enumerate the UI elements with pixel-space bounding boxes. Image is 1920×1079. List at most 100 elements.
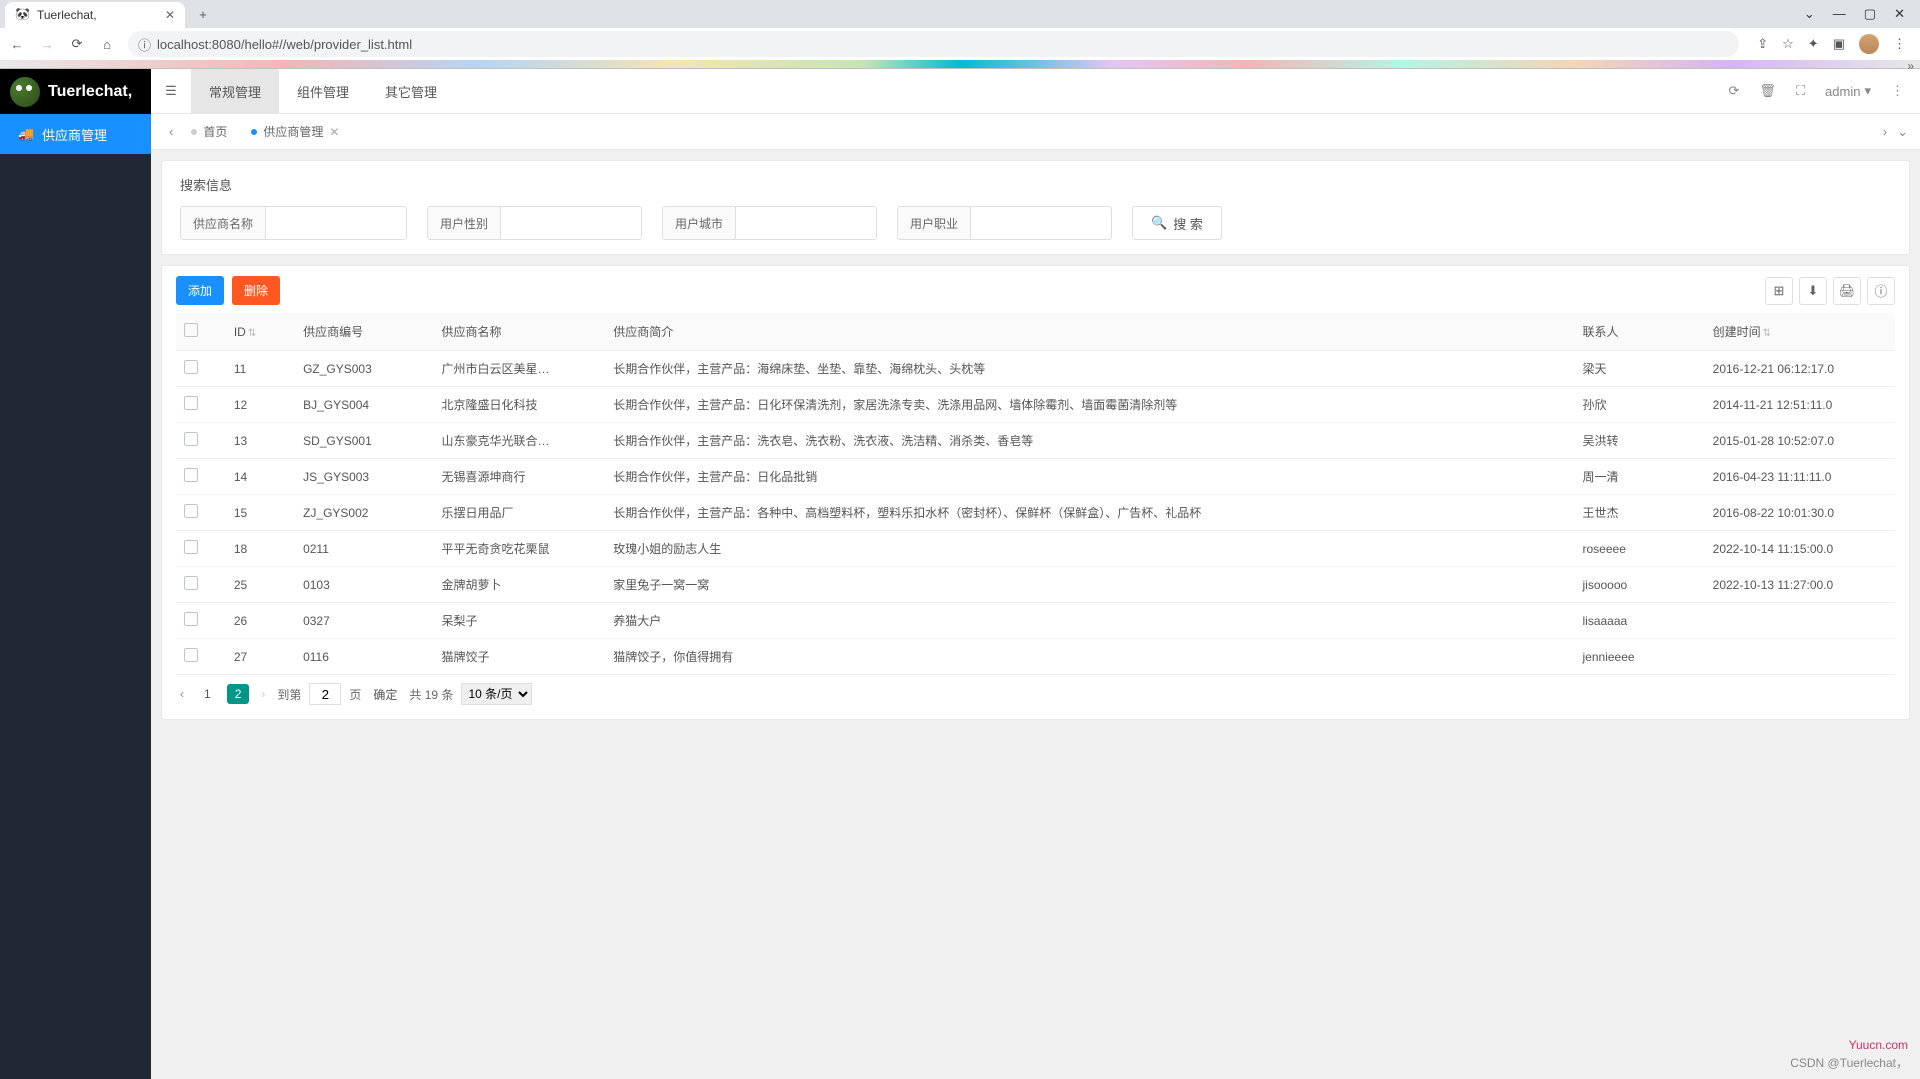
cell-number: BJ_GYS004 xyxy=(295,387,433,423)
search-field-job: 用户职业 xyxy=(897,206,1112,240)
page-confirm-button[interactable]: 确定 xyxy=(369,686,401,703)
fullscreen-icon[interactable]: ⛶ xyxy=(1796,83,1805,99)
extensions-icon[interactable]: ✦ xyxy=(1808,36,1819,52)
address-bar[interactable]: ⓘ localhost:8080/hello#//web/provider_li… xyxy=(128,31,1739,57)
menu-icon[interactable]: ⋮ xyxy=(1893,36,1906,52)
menu-item-other[interactable]: 其它管理 xyxy=(367,69,455,114)
topbar: ☰ 常规管理 组件管理 其它管理 ⟳ 🗑 ⛶ admin ▾ ⋮ xyxy=(151,69,1920,114)
menu-item-component[interactable]: 组件管理 xyxy=(279,69,367,114)
th-time: 创建时间 xyxy=(1713,325,1761,339)
page-input[interactable] xyxy=(309,683,341,705)
cell-desc: 长期合作伙伴，主营产品：洗衣皂、洗衣粉、洗衣液、洗洁精、消杀类、香皂等 xyxy=(605,423,1574,459)
tab-provider[interactable]: 供应商管理 ✕ xyxy=(239,119,351,145)
trash-icon[interactable]: 🗑 xyxy=(1759,83,1776,99)
panel-icon[interactable]: ▣ xyxy=(1833,36,1845,52)
row-checkbox[interactable] xyxy=(184,468,198,482)
logo-area: Tuerlechat, xyxy=(0,69,151,114)
avatar-icon[interactable] xyxy=(1859,34,1879,54)
menu-item-general[interactable]: 常规管理 xyxy=(191,69,279,114)
row-checkbox[interactable] xyxy=(184,612,198,626)
search-panel: 搜索信息 供应商名称 用户性别 用户城市 用户职业 xyxy=(161,160,1910,255)
refresh-icon[interactable]: ⟳ xyxy=(1729,83,1740,99)
tab-home[interactable]: 首页 xyxy=(179,119,239,145)
browser-tab[interactable]: 🐼 Tuerlechat, ✕ xyxy=(5,2,185,28)
page-1[interactable]: 1 xyxy=(196,684,219,704)
cell-contact: 王世杰 xyxy=(1575,495,1705,531)
cell-time: 2015-01-28 10:52:07.0 xyxy=(1705,423,1895,459)
sort-icon[interactable]: ⇅ xyxy=(1763,328,1771,339)
home-icon[interactable]: ⌂ xyxy=(98,37,116,52)
gender-input[interactable] xyxy=(501,207,641,239)
user-menu[interactable]: admin ▾ xyxy=(1825,83,1871,99)
columns-icon[interactable]: ⊞ xyxy=(1765,277,1793,305)
total-label: 共 19 条 xyxy=(409,686,453,703)
forward-icon[interactable]: → xyxy=(38,37,56,52)
city-input[interactable] xyxy=(736,207,876,239)
cell-desc: 玫瑰小姐的励志人生 xyxy=(605,531,1574,567)
cell-number: 0116 xyxy=(295,639,433,675)
export-icon[interactable]: ⬇ xyxy=(1799,277,1827,305)
chevron-down-icon[interactable]: ⌄ xyxy=(1804,6,1815,22)
sidebar-item-provider[interactable]: 🚚 供应商管理 xyxy=(0,114,151,154)
delete-button[interactable]: 删除 xyxy=(232,276,280,305)
tabs-next-icon[interactable]: › xyxy=(1883,124,1887,140)
share-icon[interactable]: ⇪ xyxy=(1757,36,1768,52)
cell-contact: roseeee xyxy=(1575,531,1705,567)
cell-number: 0103 xyxy=(295,567,433,603)
more-icon[interactable]: ⋮ xyxy=(1891,83,1904,99)
provider-name-input[interactable] xyxy=(266,207,406,239)
logo-text: Tuerlechat, xyxy=(48,83,132,101)
tabs-prev-icon[interactable]: ‹ xyxy=(163,124,179,139)
tabs-dropdown-icon[interactable]: ⌄ xyxy=(1897,124,1908,140)
cell-number: ZJ_GYS002 xyxy=(295,495,433,531)
job-input[interactable] xyxy=(971,207,1111,239)
cell-contact: 吴洪转 xyxy=(1575,423,1705,459)
hamburger-icon[interactable]: ☰ xyxy=(151,83,191,99)
row-checkbox[interactable] xyxy=(184,648,198,662)
field-label: 用户职业 xyxy=(898,207,971,239)
maximize-icon[interactable]: ▢ xyxy=(1864,6,1876,22)
row-checkbox[interactable] xyxy=(184,360,198,374)
page-next-icon[interactable]: › xyxy=(257,687,269,701)
dot-icon xyxy=(251,129,257,135)
table-row: 260327呆梨子养猫大户lisaaaaa xyxy=(176,603,1895,639)
field-label: 用户性别 xyxy=(428,207,501,239)
bookmarks-chevron-icon[interactable]: » xyxy=(1907,59,1914,73)
close-window-icon[interactable]: ✕ xyxy=(1894,6,1905,22)
th-contact: 联系人 xyxy=(1575,313,1705,351)
table-tool-icons: ⊞ ⬇ 🖨 ⓘ xyxy=(1765,277,1895,305)
row-checkbox[interactable] xyxy=(184,504,198,518)
logo-icon xyxy=(10,77,40,107)
minimize-icon[interactable]: — xyxy=(1833,6,1846,22)
table-row: 11GZ_GYS003广州市白云区美星…长期合作伙伴，主营产品：海绵床垫、坐垫、… xyxy=(176,351,1895,387)
cell-number: GZ_GYS003 xyxy=(295,351,433,387)
new-tab-button[interactable]: + xyxy=(193,4,213,24)
cell-id: 18 xyxy=(226,531,295,567)
cell-desc: 养猫大户 xyxy=(605,603,1574,639)
url-text: localhost:8080/hello#//web/provider_list… xyxy=(157,37,412,52)
help-icon[interactable]: ⓘ xyxy=(1867,277,1895,305)
search-button[interactable]: 🔍 搜 索 xyxy=(1132,206,1222,240)
add-button[interactable]: 添加 xyxy=(176,276,224,305)
per-page-select[interactable]: 10 条/页 xyxy=(461,683,532,705)
row-checkbox[interactable] xyxy=(184,576,198,590)
page-2[interactable]: 2 xyxy=(227,684,250,704)
print-icon[interactable]: 🖨 xyxy=(1833,277,1861,305)
row-checkbox[interactable] xyxy=(184,432,198,446)
star-icon[interactable]: ☆ xyxy=(1782,36,1794,52)
table-toolbar: 添加 删除 ⊞ ⬇ 🖨 ⓘ xyxy=(176,276,1895,305)
reload-icon[interactable]: ⟳ xyxy=(68,36,86,52)
row-checkbox[interactable] xyxy=(184,396,198,410)
cell-id: 14 xyxy=(226,459,295,495)
close-tab-icon[interactable]: ✕ xyxy=(329,125,339,139)
tab-label: 首页 xyxy=(203,123,227,140)
sort-icon[interactable]: ⇅ xyxy=(248,328,256,339)
back-icon[interactable]: ← xyxy=(8,37,26,52)
close-icon[interactable]: ✕ xyxy=(165,8,175,22)
page-prev-icon[interactable]: ‹ xyxy=(176,687,188,701)
row-checkbox[interactable] xyxy=(184,540,198,554)
app-container: Tuerlechat, 🚚 供应商管理 ☰ 常规管理 组件管理 其它管理 ⟳ 🗑… xyxy=(0,69,1920,1079)
table-row: 180211平平无奇贪吃花栗鼠玫瑰小姐的励志人生roseeee2022-10-1… xyxy=(176,531,1895,567)
select-all-checkbox[interactable] xyxy=(184,323,198,337)
search-title: 搜索信息 xyxy=(180,175,1891,194)
